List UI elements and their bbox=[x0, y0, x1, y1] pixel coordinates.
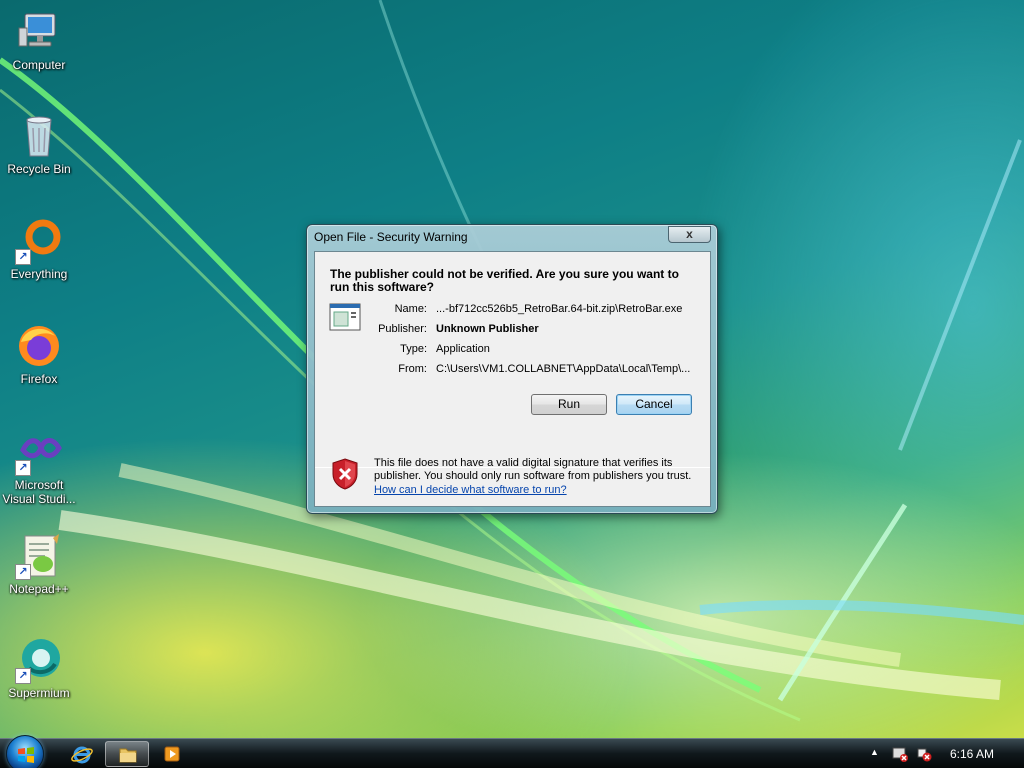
type-value: Application bbox=[436, 343, 490, 355]
dialog-title: Open File - Security Warning bbox=[314, 230, 468, 244]
shield-warning-icon bbox=[332, 458, 358, 490]
media-player-icon bbox=[164, 746, 180, 762]
from-value: C:\Users\VM1.COLLABNET\AppData\Local\Tem… bbox=[436, 363, 691, 375]
recycle-bin-icon bbox=[15, 112, 63, 160]
name-label: Name: bbox=[394, 303, 427, 315]
clock[interactable]: 6:16 AM bbox=[950, 747, 994, 761]
internet-explorer-icon bbox=[71, 746, 93, 764]
shortcut-arrow-icon: ↗ bbox=[15, 564, 31, 580]
desktop-icon-firefox[interactable]: Firefox bbox=[0, 322, 78, 386]
notepad-plus-plus-icon: ↗ bbox=[15, 532, 63, 580]
desktop-icon-recycle-bin[interactable]: Recycle Bin bbox=[0, 112, 78, 176]
desktop-icon-label: Microsoft Visual Studi... bbox=[2, 478, 76, 506]
computer-icon bbox=[15, 8, 63, 56]
desktop-icon-supermium[interactable]: ↗ Supermium bbox=[0, 636, 78, 700]
action-center-icon[interactable] bbox=[892, 746, 908, 762]
desktop-icon-label: Everything bbox=[10, 267, 68, 281]
start-button[interactable] bbox=[6, 735, 44, 768]
desktop-icon-label: Computer bbox=[12, 58, 66, 72]
shortcut-arrow-icon: ↗ bbox=[15, 460, 31, 476]
supermium-icon: ↗ bbox=[15, 636, 63, 684]
taskbar-media-player[interactable] bbox=[150, 741, 194, 767]
help-link[interactable]: How can I decide what software to run? bbox=[374, 484, 567, 496]
windows-logo-icon bbox=[18, 747, 34, 763]
shortcut-arrow-icon: ↗ bbox=[15, 668, 31, 684]
desktop-icon-visual-studio[interactable]: ↗ Microsoft Visual Studi... bbox=[0, 428, 78, 506]
folder-icon bbox=[119, 748, 137, 763]
network-error-icon[interactable] bbox=[916, 746, 932, 762]
desktop-icon-label: Supermium bbox=[8, 686, 70, 700]
publisher-value: Unknown Publisher bbox=[436, 323, 539, 335]
from-label: From: bbox=[398, 363, 427, 375]
everything-icon: ↗ bbox=[15, 217, 63, 265]
firefox-icon bbox=[15, 322, 63, 370]
cancel-button[interactable]: Cancel bbox=[616, 394, 692, 415]
taskbar: ▲ 6:16 AM bbox=[0, 735, 1024, 768]
desktop-icon-computer[interactable]: Computer bbox=[0, 8, 78, 72]
desktop-icon-everything[interactable]: ↗ Everything bbox=[0, 217, 78, 281]
taskbar-internet-explorer[interactable] bbox=[60, 741, 104, 767]
show-hidden-icons-button[interactable]: ▲ bbox=[870, 747, 879, 757]
type-label: Type: bbox=[400, 343, 427, 355]
desktop-icon-label: Notepad++ bbox=[9, 582, 69, 596]
visual-studio-icon: ↗ bbox=[15, 428, 63, 476]
dialog-body: The publisher could not be verified. Are… bbox=[314, 251, 711, 507]
dialog-question: The publisher could not be verified. Are… bbox=[330, 267, 679, 294]
publisher-label: Publisher: bbox=[378, 323, 427, 335]
taskbar-explorer[interactable] bbox=[105, 741, 149, 767]
close-button[interactable]: x bbox=[668, 226, 711, 243]
name-value: ...-bf712cc526b5_RetroBar.64-bit.zip\Ret… bbox=[436, 303, 683, 315]
desktop-icon-label: Firefox bbox=[20, 372, 58, 386]
shortcut-arrow-icon: ↗ bbox=[15, 249, 31, 265]
run-button[interactable]: Run bbox=[531, 394, 607, 415]
security-warning-dialog: Open File - Security Warning x The publi… bbox=[306, 224, 718, 514]
desktop-icon-notepad-plus-plus[interactable]: ↗ Notepad++ bbox=[0, 532, 78, 596]
warning-text: This file does not have a valid digital … bbox=[374, 457, 692, 482]
desktop-icon-label: Recycle Bin bbox=[7, 162, 71, 176]
